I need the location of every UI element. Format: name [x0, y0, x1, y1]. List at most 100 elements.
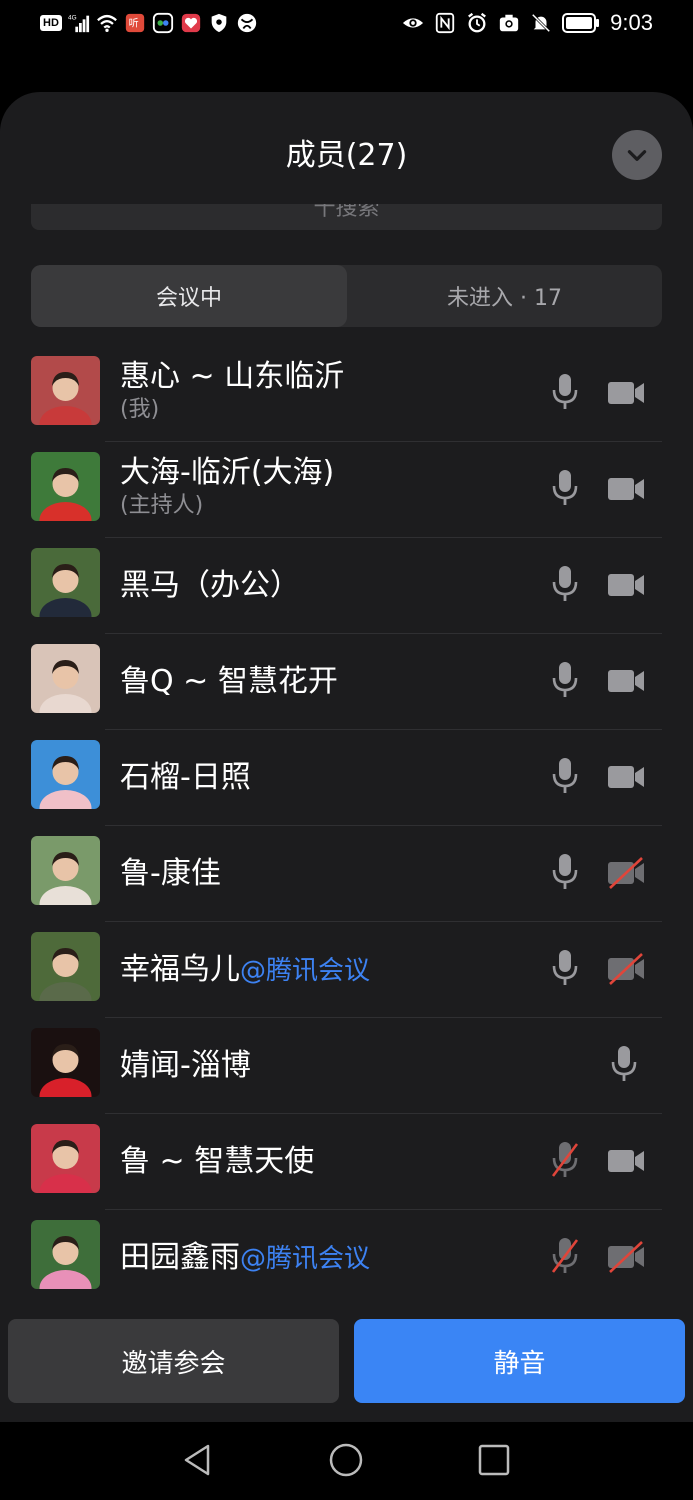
members-title: 成员(27): [285, 138, 408, 173]
member-name-text: 鲁 ~ 智慧天使: [120, 1144, 315, 1179]
member-name: 鲁Q ~ 智慧花开: [120, 663, 338, 701]
chevron-down-icon: [627, 150, 647, 161]
heart-app-icon: [180, 12, 202, 34]
member-row[interactable]: 幸福鸟儿@腾讯会议: [0, 922, 693, 1018]
microphone-icon[interactable]: [550, 660, 580, 700]
camera-status-icon: [498, 12, 520, 34]
alarm-icon: [466, 12, 488, 34]
member-row[interactable]: 鲁-康佳: [0, 826, 693, 922]
member-name-text: 大海-临沂(大海): [120, 455, 335, 490]
member-name: 婧闻-淄博: [120, 1047, 251, 1085]
back-icon[interactable]: [180, 1442, 216, 1478]
avatar: [31, 740, 100, 809]
video-camera-icon[interactable]: [606, 760, 646, 794]
avatar: [31, 548, 100, 617]
member-row[interactable]: 婧闻-淄博: [0, 1018, 693, 1114]
tab-in-meeting[interactable]: 会议中: [31, 265, 347, 327]
nfc-icon: [434, 12, 456, 34]
sheet-header: 成员(27): [0, 92, 693, 212]
microphone-icon[interactable]: [609, 1044, 639, 1084]
member-name-block: 鲁Q ~ 智慧花开: [120, 634, 338, 730]
shield-icon: [208, 12, 230, 34]
member-name-text: 田园鑫雨: [120, 1239, 240, 1275]
svg-text:4G: 4G: [68, 14, 77, 21]
microphone-icon[interactable]: [550, 468, 580, 508]
avatar: [31, 836, 100, 905]
microphone-icon[interactable]: [550, 756, 580, 796]
collapse-button[interactable]: [612, 130, 662, 180]
member-row[interactable]: 黑马（办公）: [0, 538, 693, 634]
member-name-text: 惠心 ~ 山东临沂: [120, 359, 345, 394]
wifi-icon: [96, 12, 118, 34]
status-left-icons: HD 4G 听: [40, 12, 258, 34]
avatar: [31, 452, 100, 521]
video-camera-off-icon[interactable]: [606, 952, 646, 986]
clock: 9:03: [610, 10, 653, 35]
member-name: 幸福鸟儿@腾讯会议: [120, 951, 370, 990]
hd-badge: HD: [40, 15, 62, 31]
signal-icon: 4G: [68, 12, 90, 34]
tab-not-joined[interactable]: 未进入 · 17: [347, 265, 662, 327]
video-camera-icon[interactable]: [606, 568, 646, 602]
member-name: 石榴-日照: [120, 759, 251, 797]
member-name-block: 大海-临沂(大海) (主持人): [120, 442, 334, 538]
microphone-icon[interactable]: [550, 948, 580, 988]
member-name-block: 田园鑫雨@腾讯会议: [120, 1210, 370, 1306]
battery-icon: [562, 12, 600, 34]
member-name: 惠心 ~ 山东临沂: [120, 358, 344, 396]
member-role: (主持人): [120, 493, 204, 518]
video-camera-icon[interactable]: [606, 664, 646, 698]
status-right-icons: 9:03: [402, 10, 653, 36]
member-name-text: 黑马（办公）: [120, 568, 300, 603]
microphone-muted-icon[interactable]: [550, 1236, 580, 1276]
video-camera-icon[interactable]: [606, 472, 646, 506]
member-name: 黑马（办公）: [120, 567, 300, 605]
microphone-icon[interactable]: [550, 372, 580, 412]
recents-icon[interactable]: [476, 1442, 512, 1478]
member-name-block: 惠心 ~ 山东临沂 (我): [120, 346, 344, 442]
search-bar[interactable]: 十搜索: [31, 204, 662, 230]
avatar: [31, 1124, 100, 1193]
member-name-text: 幸福鸟儿: [120, 951, 240, 987]
app-notification-icon: 听: [124, 12, 146, 34]
member-row[interactable]: 鲁Q ~ 智慧花开: [0, 634, 693, 730]
eye-icon: [402, 12, 424, 34]
video-camera-icon[interactable]: [606, 1144, 646, 1178]
member-row[interactable]: 鲁 ~ 智慧天使: [0, 1114, 693, 1210]
member-name-text: 婧闻-淄博: [120, 1048, 251, 1083]
system-nav-bar: [0, 1422, 693, 1500]
home-icon[interactable]: [328, 1442, 364, 1478]
status-bar: HD 4G 听 9:03: [0, 0, 693, 50]
microphone-muted-icon[interactable]: [550, 1140, 580, 1180]
video-camera-off-icon[interactable]: [606, 856, 646, 890]
mute-bell-icon: [530, 12, 552, 34]
member-row[interactable]: 石榴-日照: [0, 730, 693, 826]
members-sheet: 成员(27) 十搜索 会议中 未进入 · 17 惠心 ~ 山东临沂 (我) 大海-临…: [0, 92, 693, 1422]
svg-text:听: 听: [128, 18, 138, 30]
member-list: 惠心 ~ 山东临沂 (我) 大海-临沂(大海) (主持人) 黑马（办公） 鲁Q ~ 智慧花…: [0, 346, 693, 1306]
avatar: [31, 1028, 100, 1097]
microphone-icon[interactable]: [550, 564, 580, 604]
video-camera-off-icon[interactable]: [606, 1240, 646, 1274]
microphone-icon[interactable]: [550, 852, 580, 892]
invite-button[interactable]: 邀请参会: [8, 1319, 339, 1403]
member-name-block: 黑马（办公）: [120, 538, 300, 634]
member-name-text: 鲁-康佳: [120, 856, 221, 891]
member-name-text: 石榴-日照: [120, 760, 251, 795]
avatar: [31, 932, 100, 1001]
member-name: 鲁-康佳: [120, 855, 221, 893]
search-placeholder: 十搜索: [313, 204, 380, 221]
member-row[interactable]: 大海-临沂(大海) (主持人): [0, 442, 693, 538]
member-name-block: 鲁-康佳: [120, 826, 221, 922]
video-camera-icon[interactable]: [606, 376, 646, 410]
bottom-action-bar: 邀请参会 静音: [0, 1304, 693, 1422]
member-name-text: 鲁Q ~ 智慧花开: [120, 664, 338, 699]
member-app-tag: @腾讯会议: [240, 1243, 371, 1274]
member-name-block: 幸福鸟儿@腾讯会议: [120, 922, 370, 1018]
member-row[interactable]: 田园鑫雨@腾讯会议: [0, 1210, 693, 1306]
member-row[interactable]: 惠心 ~ 山东临沂 (我): [0, 346, 693, 442]
mute-all-button[interactable]: 静音: [354, 1319, 685, 1403]
member-app-tag: @腾讯会议: [240, 955, 371, 986]
avatar: [31, 1220, 100, 1289]
member-name: 大海-临沂(大海): [120, 454, 334, 492]
